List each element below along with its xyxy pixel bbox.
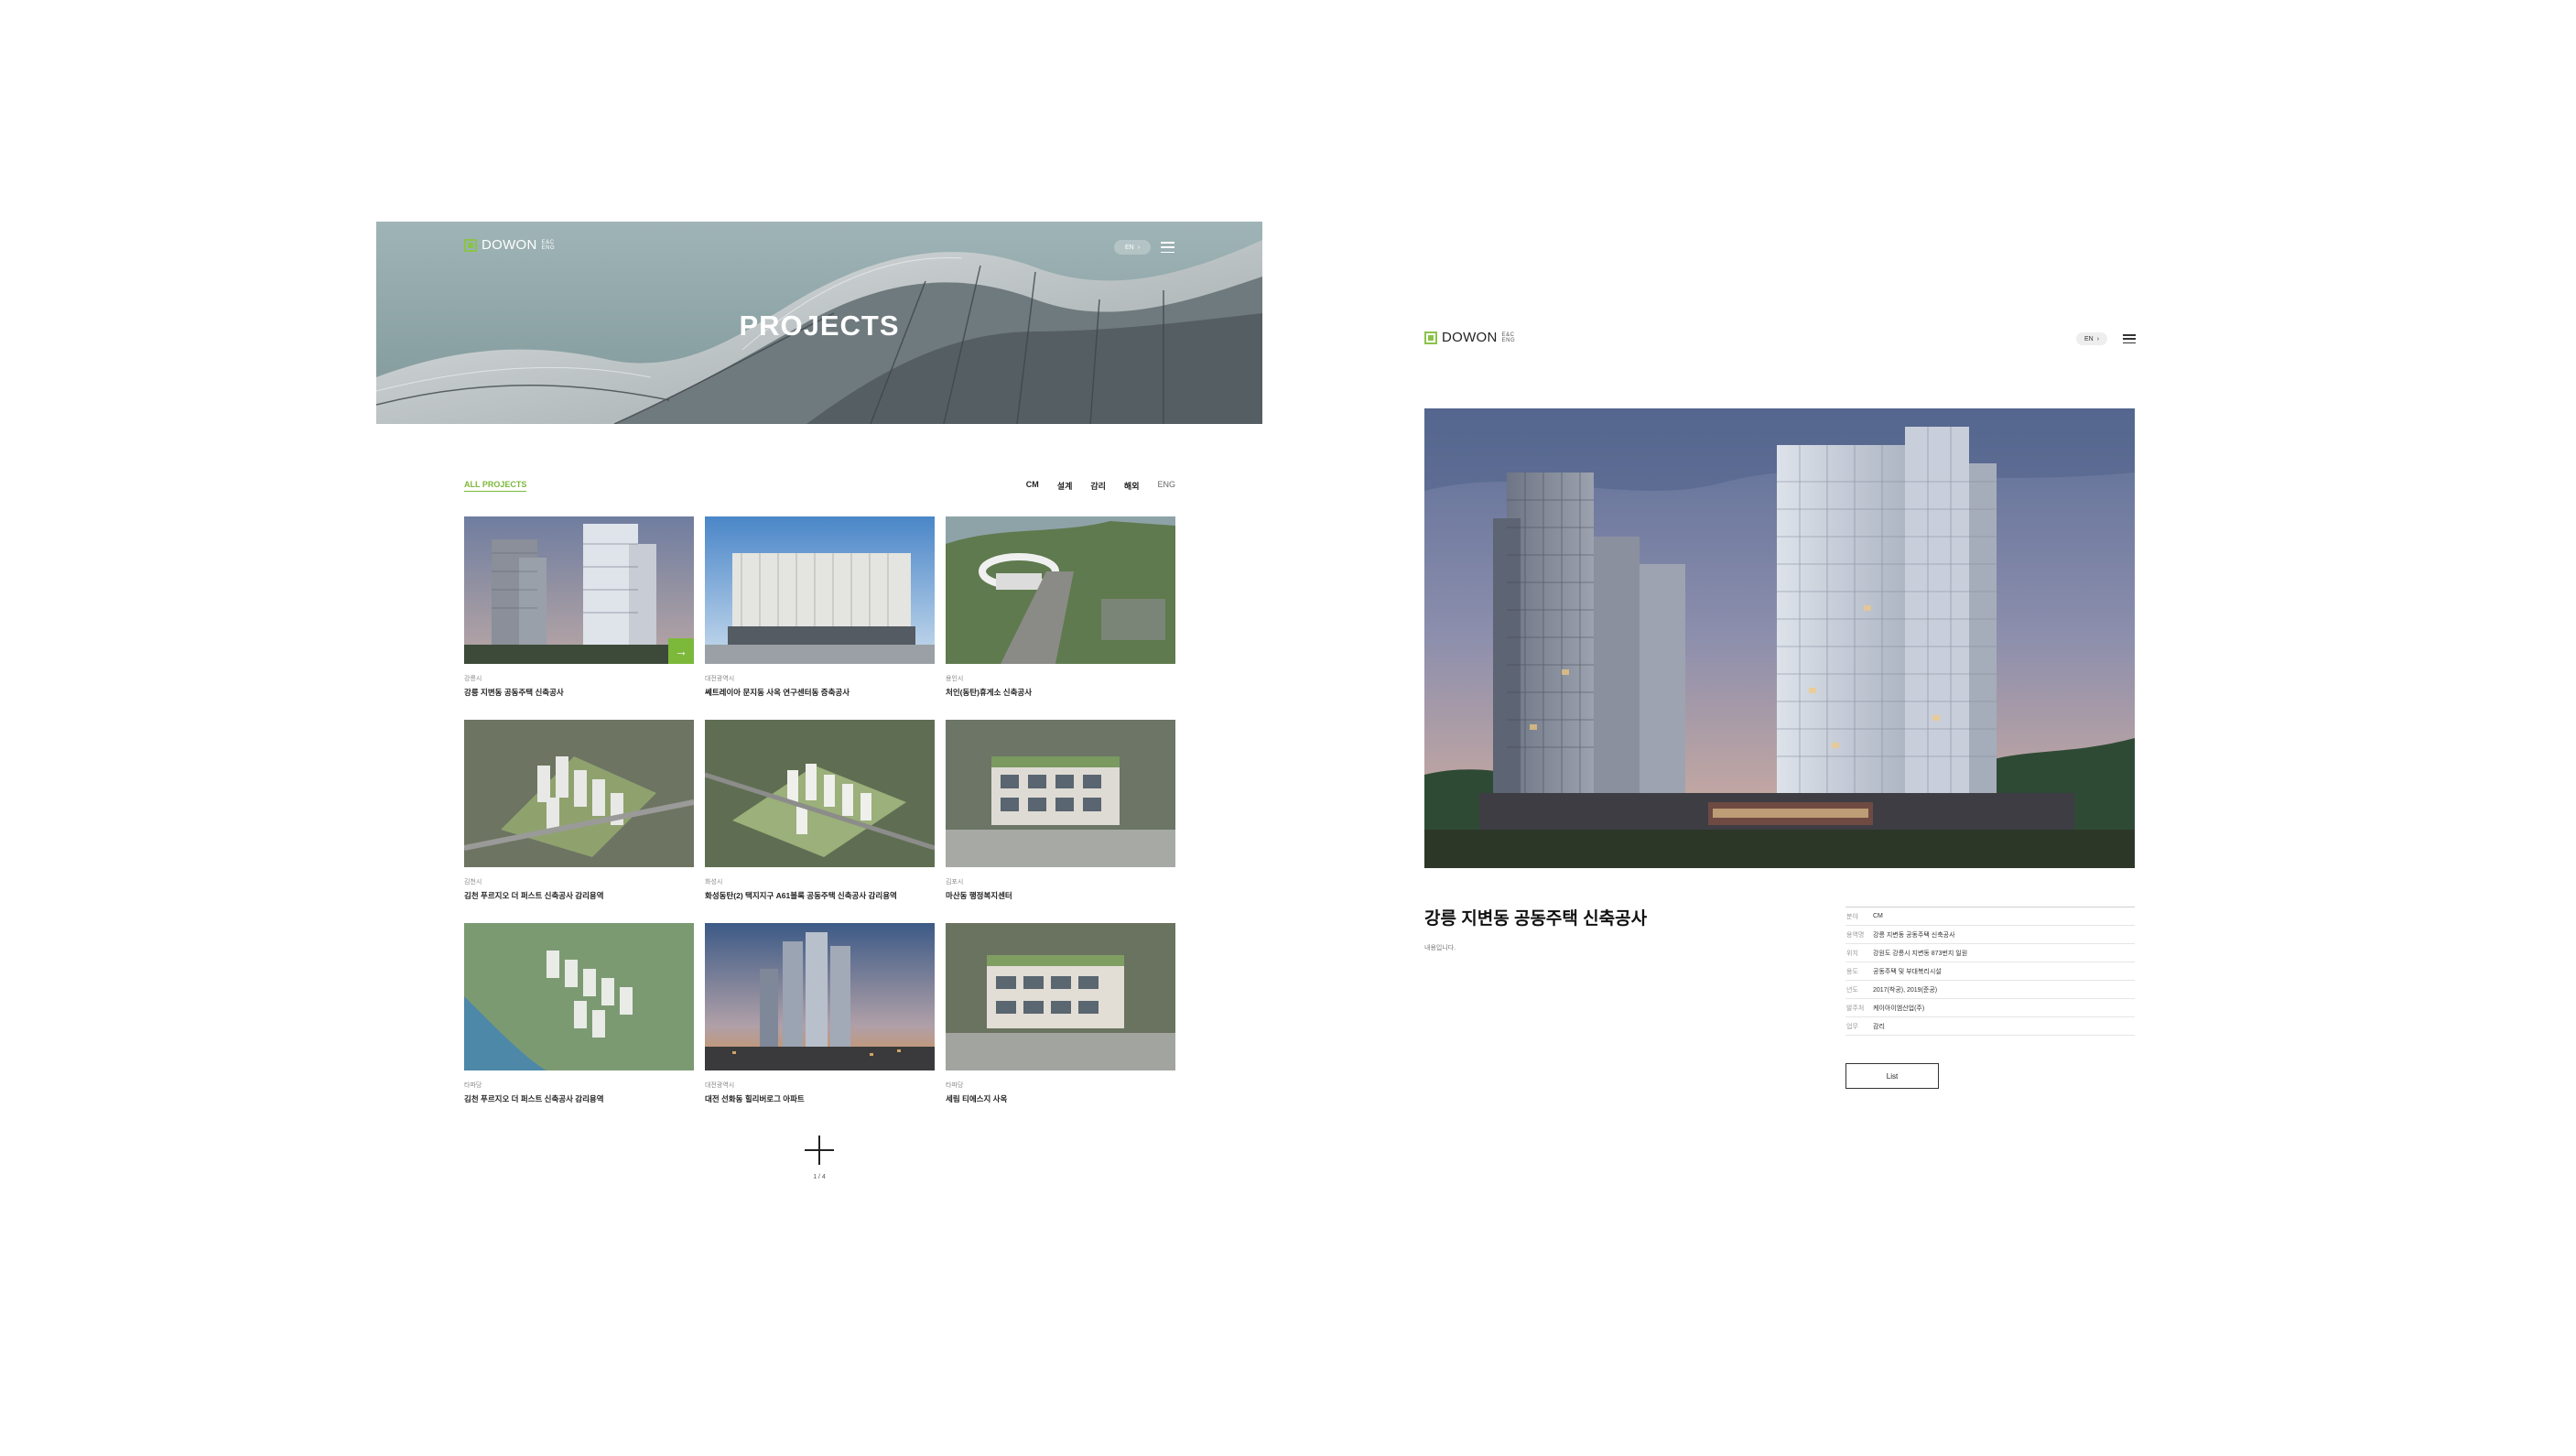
project-card[interactable]: 대전광역시 대전 선화동 힐리버로그 아파트: [705, 923, 935, 1104]
project-detail-description: 내용입니다.: [1424, 945, 1456, 951]
project-name[interactable]: 세림 티에스지 사옥: [946, 1093, 1175, 1104]
project-card[interactable]: 타파당 김천 푸르지오 더 퍼스트 신축공사 감리용역: [464, 923, 694, 1104]
info-row-usage: 용도 공동주택 및 부대복리시설: [1845, 962, 2135, 981]
project-thumbnail[interactable]: [705, 923, 935, 1070]
info-key: 발주처: [1846, 1005, 1865, 1012]
info-value: 공동주택 및 부대복리시설: [1873, 968, 1942, 975]
project-card[interactable]: 화성시 화성동탄(2) 택지지구 A61블록 공동주택 신축공사 감리용역: [705, 720, 935, 901]
project-name[interactable]: 처인(동탄)휴게소 신축공사: [946, 687, 1175, 698]
project-name[interactable]: 강릉 지변동 공동주택 신축공사: [464, 687, 694, 698]
project-filter-bar: ALL PROJECTS CM 설계 감리 해외 ENG: [464, 480, 1175, 498]
language-label: EN: [1124, 244, 1134, 251]
brand-sub: E&C ENG: [1501, 331, 1516, 343]
info-row-location: 위치 강원도 강릉시 지변동 873번지 일원: [1845, 944, 2135, 962]
filter-tab-design[interactable]: 설계: [1057, 480, 1073, 492]
project-category: 김천시: [464, 879, 482, 886]
info-value: 2017(착공), 2019(준공): [1873, 986, 1938, 994]
project-category: 화성시: [705, 879, 723, 886]
brand-name: DOWON: [1442, 330, 1498, 345]
project-card[interactable]: 용인시 처인(동탄)휴게소 신축공사: [946, 516, 1175, 698]
info-key: 업무: [1846, 1023, 1858, 1030]
project-category: 김포시: [946, 879, 964, 886]
brand-name: DOWON: [482, 237, 537, 253]
project-thumbnail[interactable]: →: [464, 516, 694, 664]
filter-tab-cm[interactable]: CM: [1026, 480, 1039, 492]
filter-tab-eng[interactable]: ENG: [1157, 480, 1175, 492]
hero-banner: DOWON E&C ENG EN › PROJECTS: [376, 222, 1262, 424]
logo-mark-icon: [1424, 331, 1437, 344]
project-main-image: [1424, 408, 2135, 868]
brand-logo[interactable]: DOWON E&C ENG: [464, 237, 558, 253]
project-name[interactable]: 김천 푸르지오 더 퍼스트 신축공사 감리용역: [464, 890, 694, 901]
project-list-page: DOWON E&C ENG EN › PROJECTS ALL PROJECTS…: [376, 222, 1262, 1211]
info-key: 위치: [1846, 950, 1858, 957]
project-name[interactable]: 쎄트레이아 문지동 사옥 연구센터동 증축공사: [705, 687, 935, 698]
list-button[interactable]: List: [1845, 1063, 1939, 1089]
filter-tab-supervision[interactable]: 감리: [1090, 480, 1106, 492]
project-thumbnail[interactable]: [464, 923, 694, 1070]
hamburger-menu-icon[interactable]: [2123, 334, 2136, 343]
project-thumbnail[interactable]: [946, 720, 1175, 867]
project-category: 강릉시: [464, 676, 482, 682]
info-row-year: 년도 2017(착공), 2019(준공): [1845, 981, 2135, 999]
project-category: 타파당: [464, 1082, 482, 1089]
info-row-field: 분야 CM: [1845, 907, 2135, 926]
info-key: 년도: [1846, 986, 1858, 994]
project-detail-title: 강릉 지변동 공동주택 신축공사: [1424, 909, 1648, 929]
project-card[interactable]: 김포시 마산동 행정복지센터: [946, 720, 1175, 901]
info-row-client: 발주처 케이아이엠산업(주): [1845, 999, 2135, 1017]
project-name[interactable]: 김천 푸르지오 더 퍼스트 신축공사 감리용역: [464, 1093, 694, 1104]
project-detail-page: DOWON E&C ENG EN › 강릉 지변동 공동주택 신축공사 내용입니…: [1424, 330, 2136, 1099]
filter-tabs: CM 설계 감리 해외 ENG: [1026, 480, 1175, 492]
project-thumbnail[interactable]: [705, 720, 935, 867]
info-row-service: 용역명 강릉 지변동 공동주택 신축공사: [1845, 926, 2135, 944]
arrow-right-icon[interactable]: →: [668, 638, 694, 664]
project-category: 타파당: [946, 1082, 964, 1089]
project-category: 대전광역시: [705, 1082, 735, 1089]
language-toggle[interactable]: EN ›: [2076, 332, 2107, 345]
project-card[interactable]: → 강릉시 강릉 지변동 공동주택 신축공사: [464, 516, 694, 698]
info-key: 용도: [1846, 968, 1858, 975]
info-value: CM: [1873, 913, 1883, 919]
project-name[interactable]: 화성동탄(2) 택지지구 A61블록 공동주택 신축공사 감리용역: [705, 890, 935, 901]
project-card[interactable]: 대전광역시 쎄트레이아 문지동 사옥 연구센터동 증축공사: [705, 516, 935, 698]
project-category: 대전광역시: [705, 676, 735, 682]
logo-mark-icon: [464, 238, 477, 252]
info-value: 강원도 강릉시 지변동 873번지 일원: [1873, 950, 1968, 957]
project-name[interactable]: 대전 선화동 힐리버로그 아파트: [705, 1093, 935, 1104]
load-more-plus-icon[interactable]: [803, 1134, 836, 1167]
hamburger-menu-icon[interactable]: [1161, 242, 1174, 253]
project-thumbnail[interactable]: [464, 720, 694, 867]
project-card[interactable]: 타파당 세림 티에스지 사옥: [946, 923, 1175, 1104]
chevron-right-icon: ›: [2096, 335, 2100, 342]
info-value: 감리: [1873, 1023, 1885, 1030]
info-key: 용역명: [1846, 931, 1865, 939]
project-name[interactable]: 마산동 행정복지센터: [946, 890, 1175, 901]
brand-logo[interactable]: DOWON E&C ENG: [1424, 330, 1519, 345]
info-row-task: 업무 감리: [1845, 1017, 2135, 1036]
project-category: 용인시: [946, 676, 964, 682]
page-title: PROJECTS: [739, 310, 900, 342]
info-key: 분야: [1846, 913, 1858, 920]
filter-all-projects[interactable]: ALL PROJECTS: [464, 480, 527, 492]
project-thumbnail[interactable]: [705, 516, 935, 664]
language-toggle[interactable]: EN ›: [1114, 240, 1151, 255]
info-value: 강릉 지변동 공동주택 신축공사: [1873, 931, 1955, 939]
pagination-count: 1 / 4: [813, 1174, 826, 1180]
brand-sub: E&C ENG: [541, 239, 556, 251]
filter-tab-overseas[interactable]: 해외: [1124, 480, 1140, 492]
project-thumbnail[interactable]: [946, 516, 1175, 664]
project-thumbnail[interactable]: [946, 923, 1175, 1070]
project-card[interactable]: 김천시 김천 푸르지오 더 퍼스트 신축공사 감리용역: [464, 720, 694, 901]
info-value: 케이아이엠산업(주): [1873, 1005, 1925, 1012]
chevron-right-icon: ›: [1137, 244, 1141, 251]
language-label: EN: [2084, 335, 2094, 342]
project-info-table: 분야 CM 용역명 강릉 지변동 공동주택 신축공사 위치 강원도 강릉시 지변동 8…: [1845, 907, 2135, 1036]
